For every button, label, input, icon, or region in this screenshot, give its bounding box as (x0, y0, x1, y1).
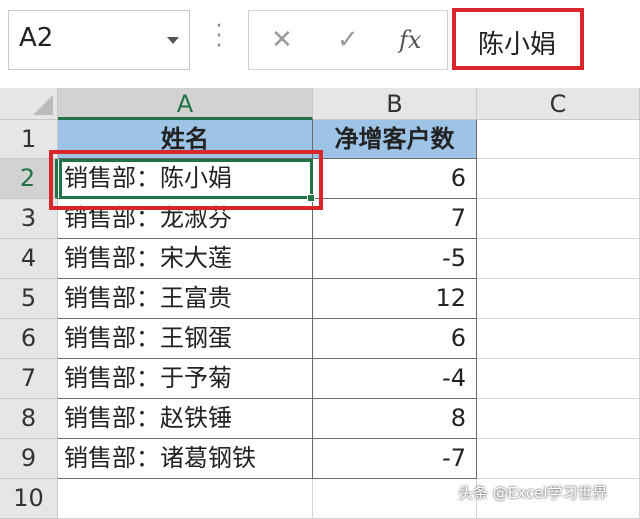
row-header-4[interactable]: 4 (0, 239, 58, 279)
cell-c6[interactable] (477, 319, 640, 359)
select-all-button[interactable] (0, 88, 58, 120)
cell-c4[interactable] (477, 239, 640, 279)
cell-b2[interactable]: 6 (313, 159, 477, 199)
more-options-icon[interactable]: · · · (214, 16, 224, 58)
cell-a5[interactable]: 销售部：王富贵 (58, 279, 313, 319)
column-header-a[interactable]: A (58, 88, 313, 120)
row-header-5[interactable]: 5 (0, 279, 58, 319)
row-header-10[interactable]: 10 (0, 479, 58, 519)
cell-b3[interactable]: 7 (313, 199, 477, 239)
cell-a7[interactable]: 销售部：于予菊 (58, 359, 313, 399)
chevron-down-icon[interactable] (167, 37, 179, 44)
cell-c2[interactable] (477, 159, 640, 199)
cell-b4[interactable]: -5 (313, 239, 477, 279)
cell-c9[interactable] (477, 439, 640, 479)
cell-c7[interactable] (477, 359, 640, 399)
spreadsheet-grid: A B C 1 2 3 4 5 6 7 8 9 10 姓名 净增客户数 销售部：… (0, 88, 640, 519)
cell-c8[interactable] (477, 399, 640, 439)
cell-b9[interactable]: -7 (313, 439, 477, 479)
watermark: 头条 @Excel学习世界 (458, 484, 608, 502)
cell-c5[interactable] (477, 279, 640, 319)
name-box[interactable]: A2 (8, 10, 190, 70)
row-header-8[interactable]: 8 (0, 399, 58, 439)
row-header-7[interactable]: 7 (0, 359, 58, 399)
cell-b5[interactable]: 12 (313, 279, 477, 319)
enter-icon[interactable]: ✓ (337, 25, 359, 55)
cell-a9[interactable]: 销售部：诸葛钢铁 (58, 439, 313, 479)
highlight-box (49, 150, 323, 210)
cancel-icon[interactable]: ✕ (271, 25, 293, 55)
cell-b1[interactable]: 净增客户数 (313, 120, 477, 159)
cell-b10[interactable] (313, 479, 477, 519)
cell-a6[interactable]: 销售部：王钢蛋 (58, 319, 313, 359)
cell-b7[interactable]: -4 (313, 359, 477, 399)
formula-input[interactable]: 陈小娟 (452, 8, 584, 70)
cell-a4[interactable]: 销售部：宋大莲 (58, 239, 313, 279)
cell-b6[interactable]: 6 (313, 319, 477, 359)
cell-c3[interactable] (477, 199, 640, 239)
column-header-c[interactable]: C (477, 88, 640, 120)
cell-c1[interactable] (477, 120, 640, 159)
row-header-6[interactable]: 6 (0, 319, 58, 359)
name-box-value: A2 (19, 23, 54, 53)
formula-buttons: ✕ ✓ fx (248, 10, 448, 70)
cell-b8[interactable]: 8 (313, 399, 477, 439)
column-header-b[interactable]: B (313, 88, 477, 120)
formula-bar: A2 · · · ✕ ✓ fx 陈小娟 (0, 0, 640, 80)
insert-function-icon[interactable]: fx (399, 25, 421, 55)
cell-a8[interactable]: 销售部：赵铁锤 (58, 399, 313, 439)
formula-value: 陈小娟 (478, 30, 557, 60)
select-all-icon (33, 95, 53, 115)
cell-a10[interactable] (58, 479, 313, 519)
row-header-9[interactable]: 9 (0, 439, 58, 479)
